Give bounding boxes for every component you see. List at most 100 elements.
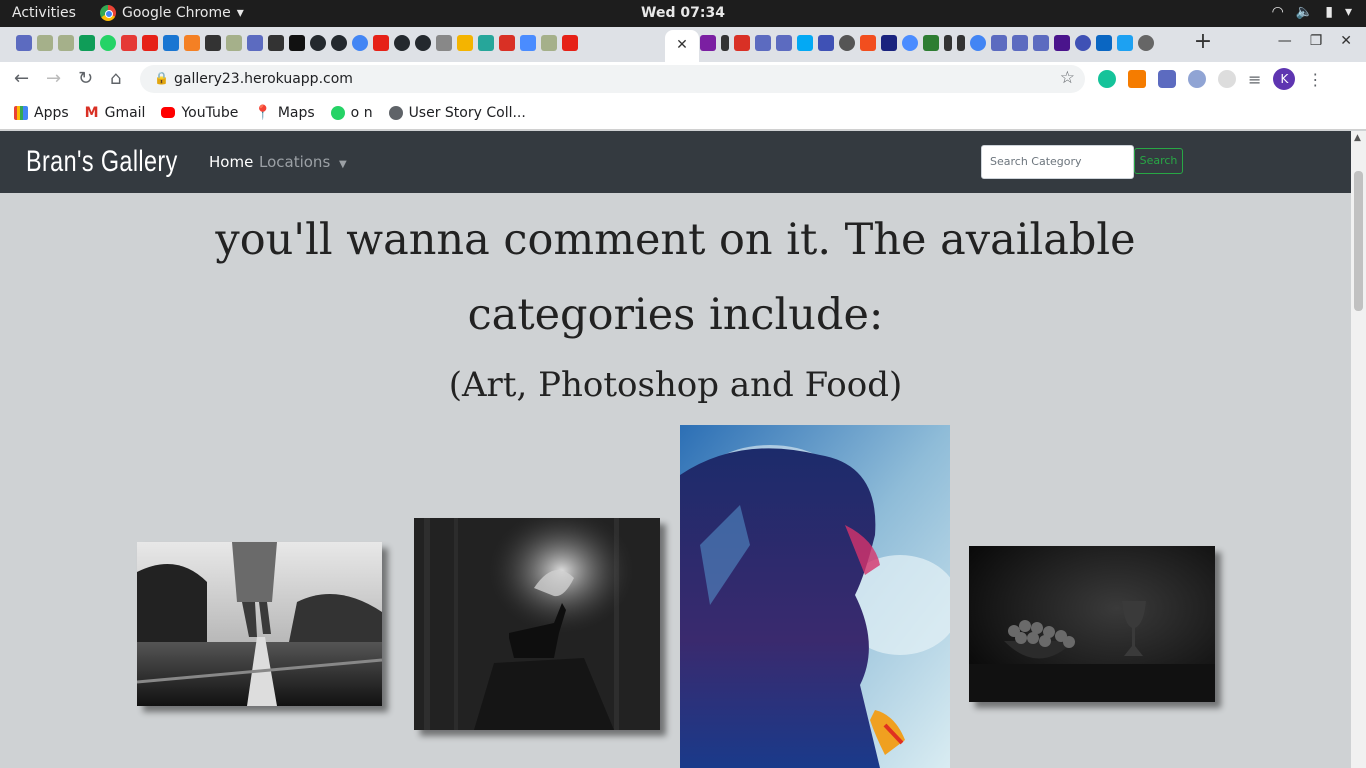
bookmark-maps[interactable]: 📍 Maps — [254, 105, 314, 121]
bookmark-user-story[interactable]: User Story Coll... — [388, 105, 526, 121]
tab-icon[interactable] — [881, 35, 897, 51]
tab-icon[interactable] — [944, 35, 952, 51]
more-menu-icon[interactable]: ⋮ — [1307, 70, 1323, 89]
tab-icon[interactable] — [58, 35, 74, 51]
tab-icon[interactable] — [436, 35, 452, 51]
minimize-icon[interactable]: — — [1278, 33, 1292, 49]
close-icon[interactable]: ✕ — [676, 37, 688, 53]
google-icon[interactable] — [352, 35, 368, 51]
bookmark-label: Gmail — [104, 104, 146, 121]
bookmarks-bar: Apps M Gmail YouTube 📍 Maps o n User Story… — [0, 96, 1366, 130]
double-exposure-photo[interactable] — [680, 425, 950, 768]
tab-icon[interactable] — [142, 35, 158, 51]
github-icon[interactable] — [415, 35, 431, 51]
figma-icon[interactable] — [860, 35, 876, 51]
tab-icon[interactable] — [121, 35, 137, 51]
bookmark-star-icon[interactable]: ☆ — [1060, 68, 1075, 88]
close-window-icon[interactable]: ✕ — [1340, 33, 1352, 49]
tab-icon[interactable] — [818, 35, 834, 51]
system-clock[interactable]: Wed 07:34 — [0, 5, 1366, 21]
tab-icon[interactable] — [289, 35, 305, 51]
search-button[interactable]: Search — [1134, 148, 1183, 174]
tab-icon[interactable] — [457, 35, 473, 51]
tab-icon[interactable] — [79, 35, 95, 51]
wifi-icon[interactable]: ◠ — [1272, 4, 1284, 20]
still-life-photo[interactable] — [969, 546, 1215, 702]
bookmark-apps[interactable]: Apps — [14, 105, 69, 121]
tab-icon[interactable] — [755, 35, 771, 51]
tab-icon[interactable] — [957, 35, 965, 51]
scrollbar-thumb[interactable] — [1354, 171, 1363, 311]
tab-icon[interactable] — [700, 35, 716, 51]
railway-walker-photo[interactable] — [137, 542, 382, 706]
tab-icon[interactable] — [268, 35, 284, 51]
extension-icon[interactable] — [1158, 70, 1176, 88]
deer-photo[interactable] — [414, 518, 660, 730]
tab-icon[interactable] — [247, 35, 263, 51]
tab-icon[interactable] — [163, 35, 179, 51]
battery-icon[interactable]: ▮ — [1325, 4, 1333, 20]
gmail-icon[interactable] — [734, 35, 750, 51]
tab-icon[interactable] — [1075, 35, 1091, 51]
profile-avatar[interactable]: K — [1273, 68, 1296, 90]
tab-icon[interactable] — [1054, 35, 1070, 51]
tab-icon[interactable] — [902, 35, 918, 51]
media-control-icon[interactable]: ≡ — [1248, 70, 1261, 89]
grammarly-icon[interactable] — [1098, 70, 1116, 88]
search-category-input[interactable]: Search Category — [981, 145, 1134, 179]
tab-icon[interactable] — [205, 35, 221, 51]
tab-icon[interactable] — [37, 35, 53, 51]
extension-icon[interactable] — [1128, 70, 1146, 88]
lock-icon[interactable]: 🔒 — [154, 71, 169, 85]
tab-icon[interactable] — [923, 35, 939, 51]
extension-icon[interactable] — [1188, 70, 1206, 88]
tab-icon[interactable] — [100, 35, 116, 51]
new-tab-button[interactable]: + — [1192, 31, 1214, 54]
volume-icon[interactable]: 🔈 — [1296, 4, 1313, 20]
tab-icon[interactable] — [776, 35, 792, 51]
nav-locations-dropdown[interactable]: Locations ▼ — [259, 153, 347, 171]
tab-icon[interactable] — [991, 35, 1007, 51]
chevron-down-icon[interactable]: ▾ — [1345, 4, 1352, 20]
tab-icon[interactable] — [541, 35, 557, 51]
back-icon[interactable]: ← — [14, 68, 29, 89]
tab-icon[interactable] — [1012, 35, 1028, 51]
scroll-up-icon[interactable]: ▲ — [1354, 133, 1361, 143]
tab-icon[interactable] — [478, 35, 494, 51]
address-bar[interactable]: 🔒 gallery23.herokuapp.com ☆ — [140, 65, 1085, 93]
extension-icon[interactable] — [1218, 70, 1236, 88]
url-text[interactable]: gallery23.herokuapp.com — [174, 71, 353, 87]
restore-icon[interactable]: ❐ — [1310, 33, 1323, 49]
system-tray[interactable]: ◠ 🔈 ▮ ▾ — [1272, 4, 1352, 20]
linkedin-icon[interactable] — [1096, 35, 1112, 51]
forward-icon[interactable]: → — [46, 68, 61, 89]
tab-icon[interactable] — [16, 35, 32, 51]
site-brand[interactable]: Bran's Gallery — [26, 145, 178, 179]
home-icon[interactable]: ⌂ — [110, 68, 121, 89]
globe-icon[interactable] — [1138, 35, 1154, 51]
tab-icon[interactable] — [797, 35, 813, 51]
pinned-tabs — [16, 35, 578, 51]
tab-icon[interactable] — [1033, 35, 1049, 51]
twitter-icon[interactable] — [1117, 35, 1133, 51]
youtube-icon[interactable] — [373, 35, 389, 51]
github-icon[interactable] — [310, 35, 326, 51]
youtube-icon[interactable] — [562, 35, 578, 51]
bookmark-gmail[interactable]: M Gmail — [85, 105, 146, 121]
gmail-icon[interactable] — [499, 35, 515, 51]
tab-icon[interactable] — [839, 35, 855, 51]
bookmark-whatsapp[interactable]: o n — [330, 104, 373, 121]
active-tab[interactable]: ✕ — [665, 30, 699, 62]
reload-icon[interactable]: ↻ — [78, 68, 93, 89]
google-icon[interactable] — [970, 35, 986, 51]
tab-icon[interactable] — [226, 35, 242, 51]
github-icon[interactable] — [394, 35, 410, 51]
nav-home-link[interactable]: Home — [209, 153, 253, 171]
bookmark-youtube[interactable]: YouTube — [161, 105, 238, 121]
github-icon[interactable] — [331, 35, 347, 51]
tab-icon[interactable] — [520, 35, 536, 51]
bookmark-label: o n — [350, 104, 373, 121]
page-scrollbar[interactable]: ▲ — [1351, 131, 1366, 768]
tab-icon[interactable] — [721, 35, 729, 51]
tab-icon[interactable] — [184, 35, 200, 51]
